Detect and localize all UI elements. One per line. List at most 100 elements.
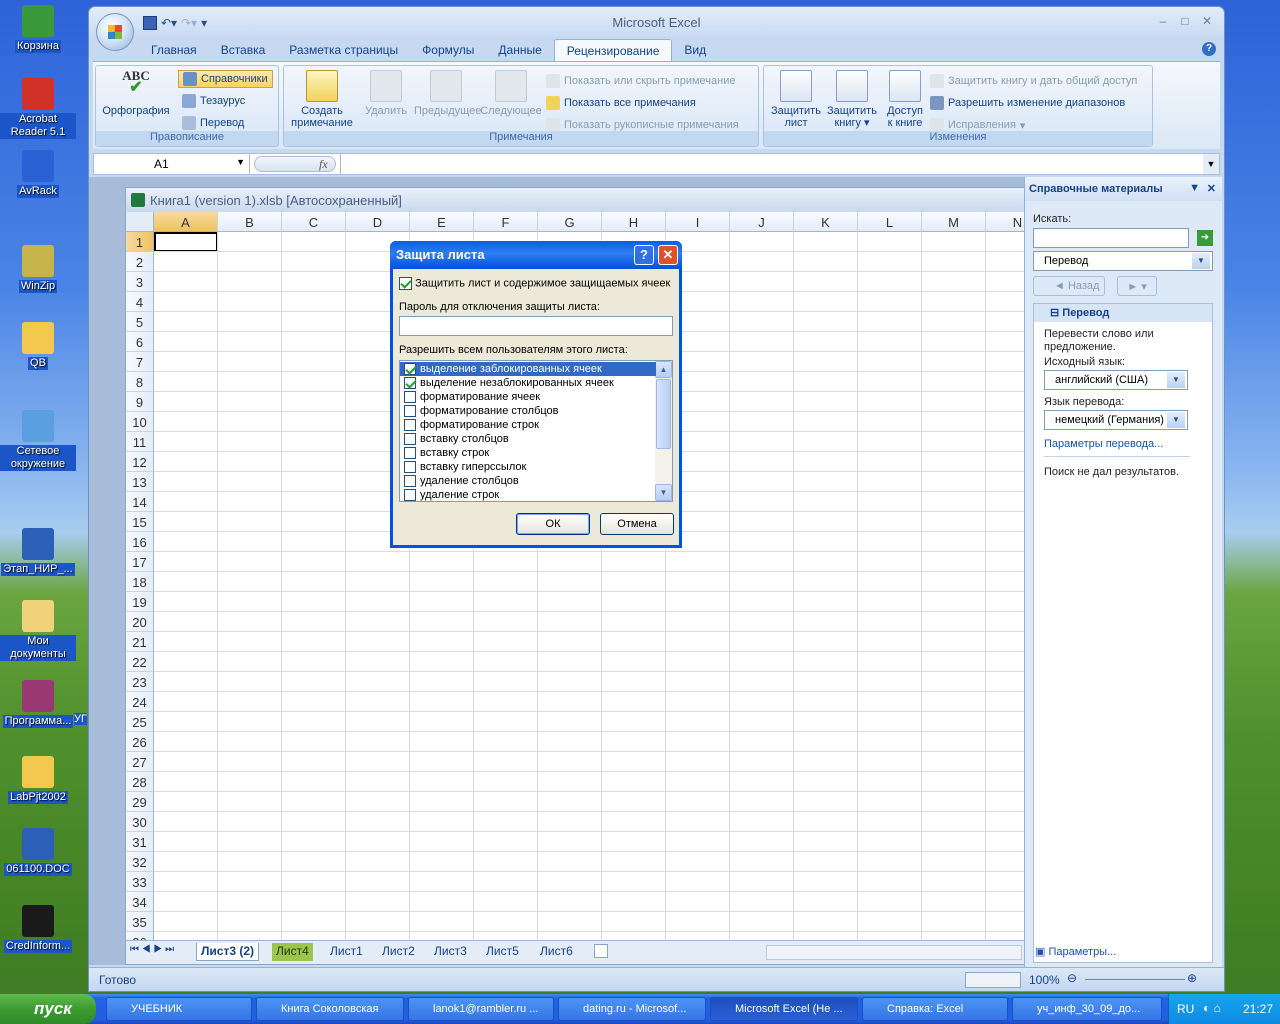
minimize-icon[interactable]: – [1154, 14, 1172, 30]
scroll-thumb[interactable] [656, 379, 671, 449]
delete-comment-button[interactable]: Удалить [358, 70, 414, 117]
back-button[interactable]: ◄ Назад [1033, 276, 1105, 296]
column-header[interactable]: N [986, 212, 1026, 232]
dialog-help-icon[interactable]: ? [634, 245, 654, 265]
sheet-tab[interactable]: Лист6 [536, 943, 577, 961]
row-header[interactable]: 19 [126, 592, 154, 612]
allow-ranges-button[interactable]: Разрешить изменение диапазонов [930, 94, 1125, 112]
row-header[interactable]: 24 [126, 692, 154, 712]
from-language-select[interactable]: английский (США) ▼ [1044, 370, 1188, 390]
permission-checkbox[interactable] [404, 461, 416, 473]
permission-item[interactable]: форматирование ячеек [400, 390, 656, 404]
column-header[interactable]: A [154, 212, 218, 232]
desktop-icon[interactable]: 061100.DOC [0, 828, 76, 876]
row-header[interactable]: 9 [126, 392, 154, 412]
column-header[interactable]: B [218, 212, 282, 232]
formula-input[interactable] [340, 154, 1201, 174]
sheet-tab[interactable]: Лист2 [378, 943, 419, 961]
permission-checkbox[interactable] [404, 489, 416, 501]
column-header[interactable]: G [538, 212, 602, 232]
row-header[interactable]: 20 [126, 612, 154, 632]
permission-item[interactable]: выделение незаблокированных ячеек [400, 376, 656, 390]
permission-item[interactable]: удаление строк [400, 488, 656, 502]
row-header[interactable]: 2 [126, 252, 154, 272]
protect-sheet-button[interactable]: Защитить лист [768, 70, 824, 129]
row-header[interactable]: 14 [126, 492, 154, 512]
column-header[interactable]: H [602, 212, 666, 232]
zoom-out-icon[interactable]: ⊖ [1067, 971, 1077, 985]
translate-button[interactable]: Перевод [182, 114, 244, 132]
row-header[interactable]: 33 [126, 872, 154, 892]
row-header[interactable]: 23 [126, 672, 154, 692]
next-comment-button[interactable]: Следующее [480, 70, 542, 117]
row-header[interactable]: 4 [126, 292, 154, 312]
customize-qat-icon[interactable]: ▾ [201, 16, 207, 30]
row-header[interactable]: 1 [126, 232, 154, 252]
pane-close-icon[interactable]: ✕ [1207, 182, 1216, 195]
show-all-comments-button[interactable]: Показать все примечания [546, 94, 696, 112]
tab-4[interactable]: Данные [486, 39, 553, 61]
row-header[interactable]: 32 [126, 852, 154, 872]
research-options-link[interactable]: ▣ Параметры... [1035, 945, 1116, 958]
sheet-tab[interactable]: Лист3 [430, 943, 471, 961]
pane-menu-icon[interactable]: ▼ [1189, 182, 1200, 194]
sheet-tab[interactable]: Лист5 [482, 943, 523, 961]
taskbar-item[interactable]: Книга Соколовская [256, 997, 404, 1021]
taskbar-item[interactable]: Справка: Excel [862, 997, 1008, 1021]
active-cell[interactable] [154, 232, 218, 252]
ok-button[interactable]: ОК [516, 513, 590, 535]
column-header[interactable]: D [346, 212, 410, 232]
scroll-down-icon[interactable]: ▼ [655, 484, 672, 501]
sheet-tab[interactable]: Лист1 [326, 943, 367, 961]
zoom-in-icon[interactable]: ⊕ [1187, 971, 1197, 985]
zoom-level[interactable]: 100% [1029, 973, 1060, 987]
protect-and-share-button[interactable]: Защитить книгу и дать общий доступ [930, 72, 1137, 90]
name-box[interactable]: A1 ▼ [94, 154, 250, 174]
start-button[interactable]: пуск [0, 994, 96, 1024]
row-header[interactable]: 18 [126, 572, 154, 592]
tray-icons[interactable]: ◐ ⌂ [1203, 1001, 1221, 1015]
list-scrollbar[interactable]: ▲ ▼ [655, 361, 672, 501]
column-header[interactable]: J [730, 212, 794, 232]
permission-checkbox[interactable] [404, 391, 416, 403]
permission-checkbox[interactable] [404, 433, 416, 445]
horizontal-scrollbar[interactable] [766, 945, 1022, 960]
desktop-icon[interactable]: QB [0, 322, 76, 370]
permission-item[interactable]: форматирование строк [400, 418, 656, 432]
row-header[interactable]: 34 [126, 892, 154, 912]
dialog-close-icon[interactable]: ✕ [658, 245, 678, 265]
permission-checkbox[interactable] [404, 377, 416, 389]
password-input[interactable] [399, 316, 673, 336]
column-header[interactable]: I [666, 212, 730, 232]
share-workbook-button[interactable]: Доступ к книге [880, 70, 930, 129]
protect-checkbox-row[interactable]: Защитить лист и содержимое защищаемых яч… [399, 277, 670, 290]
row-header[interactable]: 17 [126, 552, 154, 572]
tab-6[interactable]: Вид [672, 39, 718, 61]
taskbar-item[interactable]: Microsoft Excel (Не ... [710, 997, 858, 1021]
taskbar-item[interactable]: lanok1@rambler.ru ... [408, 997, 554, 1021]
permission-item[interactable]: вставку столбцов [400, 432, 656, 446]
row-header[interactable]: 22 [126, 652, 154, 672]
permission-item[interactable]: вставку строк [400, 446, 656, 460]
desktop-icon[interactable]: WinZip [0, 245, 76, 293]
office-button[interactable] [96, 13, 134, 51]
taskbar-item[interactable]: УЧЕБНИК [106, 997, 252, 1021]
expand-formula-icon[interactable]: ▼ [1203, 154, 1219, 174]
row-header[interactable]: 31 [126, 832, 154, 852]
sheet-nav-icon[interactable]: ⏮ ◀ ▶ ⏭ [130, 944, 174, 955]
column-header[interactable]: L [858, 212, 922, 232]
scroll-up-icon[interactable]: ▲ [655, 361, 672, 378]
row-header[interactable]: 6 [126, 332, 154, 352]
view-buttons[interactable] [965, 972, 1021, 988]
permission-item[interactable]: вставку гиперссылок [400, 460, 656, 474]
protect-checkbox[interactable] [399, 277, 412, 290]
permission-item[interactable]: форматирование столбцов [400, 404, 656, 418]
section-header[interactable]: ⊟ Перевод [1034, 304, 1212, 322]
row-header[interactable]: 25 [126, 712, 154, 732]
fx-button[interactable]: fx [254, 156, 336, 172]
desktop-icon[interactable]: LabPjt2002 [0, 756, 76, 804]
row-header[interactable]: 28 [126, 772, 154, 792]
search-go-icon[interactable]: ➜ [1197, 230, 1213, 246]
column-header[interactable]: C [282, 212, 346, 232]
previous-comment-button[interactable]: Предыдущее [414, 70, 481, 117]
